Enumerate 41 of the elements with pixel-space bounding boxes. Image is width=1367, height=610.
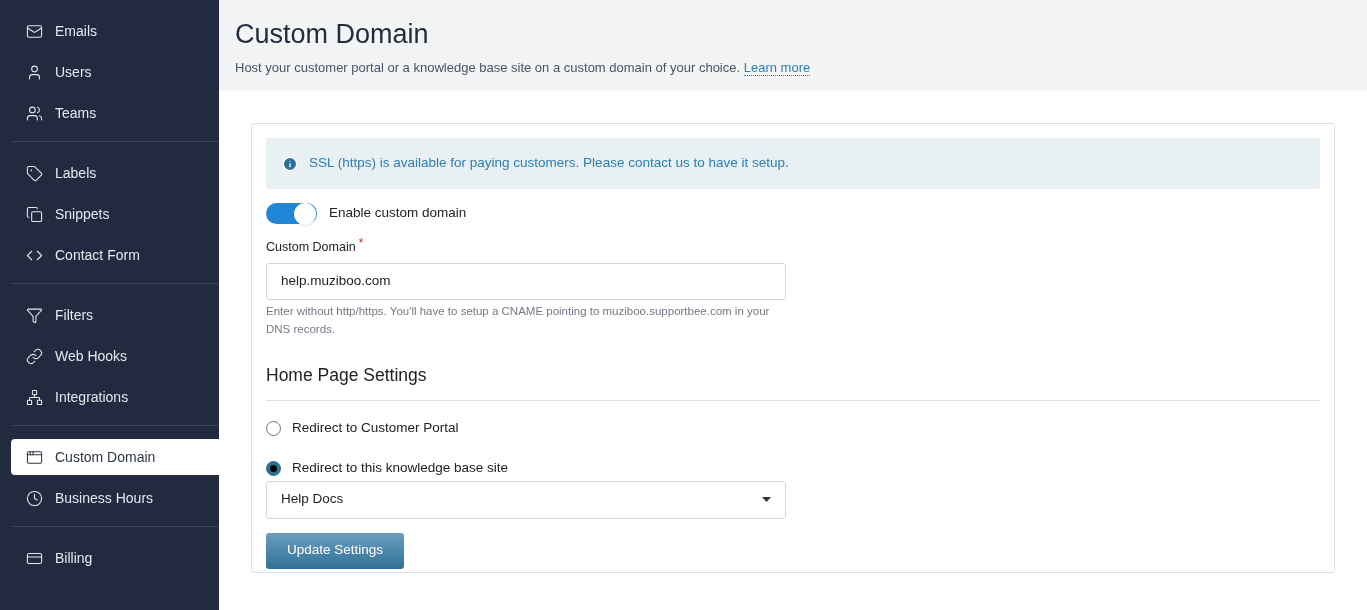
sidebar-item[interactable]: Filters xyxy=(11,297,219,333)
required-mark: * xyxy=(358,238,364,248)
mail-icon xyxy=(26,22,43,40)
info-icon xyxy=(282,155,298,172)
caret-icon xyxy=(762,497,771,502)
radio-label: Redirect to Customer Portal xyxy=(292,419,459,437)
sidebar-item[interactable]: Integrations xyxy=(11,379,219,415)
sidebar-item[interactable]: Custom Domain xyxy=(11,439,219,475)
section-title: Home Page Settings xyxy=(266,361,1320,401)
people-icon xyxy=(26,104,43,122)
page-title: Custom Domain xyxy=(235,18,430,50)
sidebar-item[interactable]: Web Hooks xyxy=(11,338,219,374)
field-label: Custom Domain xyxy=(266,239,356,256)
person-icon xyxy=(26,63,43,81)
clock-icon xyxy=(26,489,43,507)
site-select[interactable]: Help Docs xyxy=(266,480,786,519)
sidebar-item[interactable]: Teams xyxy=(11,95,219,131)
toggle-label: Enable custom domain xyxy=(329,204,467,223)
sidebar-item[interactable]: Business Hours xyxy=(11,480,219,516)
domain-input[interactable]: help.muziboo.com xyxy=(266,262,786,300)
copy-icon xyxy=(26,205,43,223)
help-text: Enter without http/https. You'll have to setup a CNAME pointing to muziboo.supportbee.com in your DNS records. xyxy=(266,303,771,337)
tag-icon xyxy=(26,164,43,182)
sidebar-item[interactable]: Users xyxy=(11,54,219,90)
page-description: Host your customer portal or a knowledge base site on a custom domain of your choice. xyxy=(235,60,741,75)
sidebar-item[interactable]: Labels xyxy=(11,155,219,191)
funnel-icon xyxy=(26,306,43,324)
radio-label: Redirect to this knowledge base site xyxy=(292,459,509,478)
radio-button[interactable] xyxy=(266,460,281,476)
radio-button[interactable] xyxy=(266,420,281,436)
toggle-switch[interactable] xyxy=(266,203,317,224)
learn-more-link[interactable]: Learn more xyxy=(743,60,811,76)
network-icon xyxy=(26,388,43,406)
sidebar-item[interactable]: Emails xyxy=(11,13,219,49)
info-text: SSL (https) is available for paying customers. Please contact us to have it setup. xyxy=(309,154,789,173)
update-settings-button[interactable]: Update Settings xyxy=(266,532,405,569)
browser-window-icon xyxy=(26,448,43,466)
sidebar-item[interactable]: Snippets xyxy=(11,196,219,232)
sidebar-item[interactable]: Billing xyxy=(11,540,219,576)
sidebar-item[interactable]: Contact Form xyxy=(11,237,219,273)
link-icon xyxy=(26,347,43,365)
